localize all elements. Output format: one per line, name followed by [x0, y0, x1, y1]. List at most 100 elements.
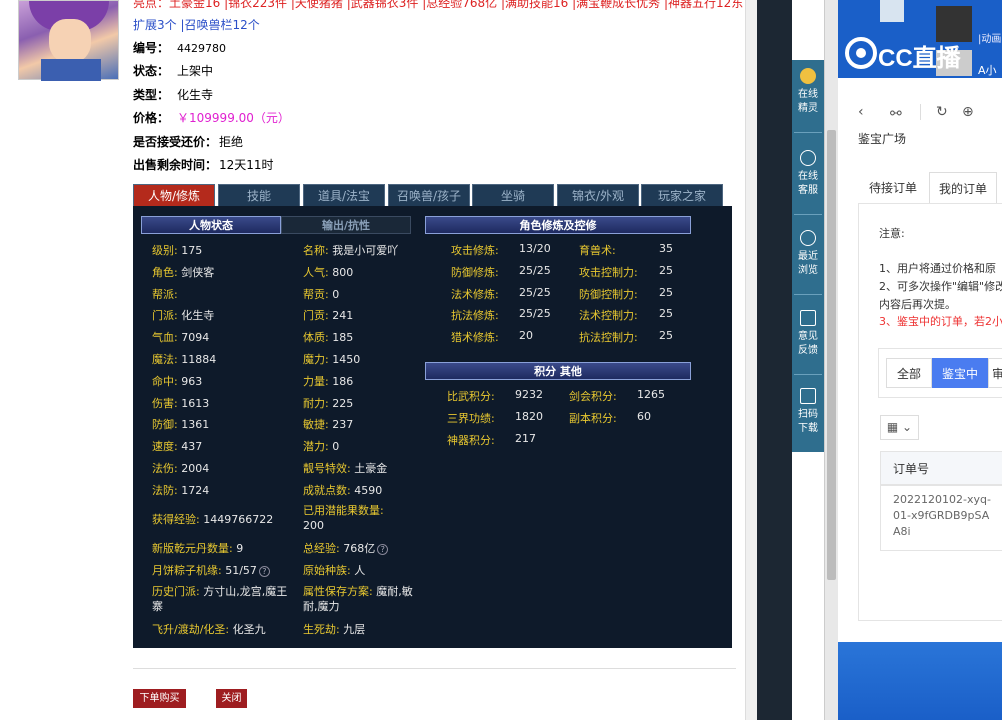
- stat-row: 力量: 186: [303, 374, 354, 388]
- status-row: 状态： 上架中: [133, 64, 214, 78]
- character-avatar: [18, 0, 119, 81]
- cultivation-row: 法术修炼: 25/25: [451, 285, 551, 301]
- price-row: 价格： ￥109999.00（元）: [133, 111, 290, 125]
- fly-row: 飞升/渡劫/化圣: 化圣九: [152, 623, 266, 636]
- listing-panel: 亮点：土豪金16 |锦衣223件 |天使猪猪 |武器锦衣3件 |总经验768亿 …: [0, 0, 745, 720]
- cultivation-row: 防御修炼: 25/25: [451, 263, 551, 279]
- tab-mounts[interactable]: 坐骑: [472, 184, 554, 206]
- tab-pets[interactable]: 召唤兽/孩子: [388, 184, 470, 206]
- stat-row: 耐力: 225: [303, 396, 354, 410]
- page-scrollbar[interactable]: [745, 0, 757, 720]
- points-row: 三界功绩: 1820: [447, 409, 543, 425]
- stat-row: 法防: 1724: [152, 483, 210, 497]
- clock-icon: [800, 230, 816, 246]
- bargain-row: 是否接受还价： 拒绝: [133, 135, 244, 149]
- tab-skills[interactable]: 技能: [218, 184, 300, 206]
- remaining-time-row: 出售剩余时间： 12天11时: [133, 158, 274, 172]
- tab-items[interactable]: 道具/法宝: [303, 184, 385, 206]
- highlights-line-2: 扩展3个 |召唤兽栏12个: [133, 18, 260, 32]
- sidebar-item-recent[interactable]: 最近浏览: [792, 230, 824, 278]
- notice-line-3: 内容后再次提。: [879, 298, 956, 311]
- stat-row: 敏捷: 237: [303, 418, 354, 432]
- desktop-background: [838, 642, 1002, 720]
- cultivation-row: 猎术修炼: 20: [451, 329, 533, 345]
- buy-button[interactable]: 下单购买: [133, 689, 186, 708]
- scan-icon: [800, 388, 816, 404]
- floating-sidebar: 在线精灵 在线客服 最近浏览 意见反馈 扫码下载: [792, 60, 824, 452]
- price-value: ￥109999.00（元）: [177, 111, 290, 125]
- tab-pending-orders[interactable]: 待接订单: [869, 172, 917, 204]
- top-right-text: |动画: [978, 34, 1002, 45]
- stat-row: 人气: 800: [303, 265, 354, 279]
- cultivation-row: 攻击修炼: 13/20: [451, 242, 551, 257]
- filter-appraising[interactable]: 鉴宝中: [932, 358, 988, 388]
- sidebar-item-feedback[interactable]: 意见反馈: [792, 310, 824, 358]
- output-header[interactable]: 输出/抗性: [281, 216, 411, 234]
- notice-line-4: 3、鉴宝中的订单，若2小: [879, 315, 1002, 328]
- total-exp-row: 总经验: 768亿?: [303, 540, 389, 556]
- stream-thumbnail[interactable]: [936, 6, 972, 42]
- moon-row: 月饼粽子机缘: 51/57?: [152, 562, 270, 578]
- stat-row: 靓号特效: 土豪金: [303, 462, 388, 475]
- tab-my-orders[interactable]: 我的订单: [929, 172, 997, 204]
- column-toggle-button[interactable]: ▦ ⌄: [880, 415, 919, 440]
- stat-row: 法伤: 2004: [152, 462, 210, 475]
- cultivation-row-2: 攻击控制力: 25: [579, 263, 673, 279]
- id-row: 编号： 4429780: [133, 41, 227, 55]
- tab-outfits[interactable]: 锦衣/外观: [557, 184, 639, 206]
- stat-row: 伤害: 1613: [152, 396, 210, 410]
- link-icon[interactable]: ⚯: [890, 106, 902, 122]
- sidebar-item-service[interactable]: 在线客服: [792, 150, 824, 198]
- sidebar-item-download[interactable]: 扫码下载: [792, 388, 824, 436]
- stat-row: 防御: 1361: [152, 418, 210, 432]
- browser-scrollbar[interactable]: [824, 0, 838, 720]
- edit-icon: [800, 310, 816, 326]
- stat-row: 速度: 437: [152, 440, 203, 454]
- stat-row: 命中: 963: [152, 374, 203, 388]
- points-header: 积分 其他: [425, 362, 691, 380]
- order-column-header: 订单号: [880, 451, 1002, 485]
- scroll-thumb[interactable]: [827, 130, 836, 580]
- divider: [133, 668, 736, 669]
- sidebar-item-sprite[interactable]: 在线精灵: [792, 68, 824, 116]
- globe-icon[interactable]: ⊕: [962, 104, 974, 120]
- stat-row: 魔力: 1450: [303, 353, 361, 366]
- cc-brand: CC直播: [878, 45, 961, 72]
- stat-row: 门贡: 241: [303, 309, 354, 323]
- notice-line-1: 1、用户将通过价格和原: [879, 262, 996, 275]
- points-row-2: 副本积分: 60: [569, 409, 651, 425]
- sprite-icon: [800, 68, 816, 84]
- tab-home[interactable]: 玩家之家: [641, 184, 723, 206]
- window-gap: [757, 0, 792, 720]
- help-icon[interactable]: ?: [377, 544, 389, 555]
- tab-character[interactable]: 人物/修炼: [133, 184, 215, 206]
- stat-row: 魔法: 11884: [152, 353, 217, 366]
- stat-row: 名称: 我是小可爱吖: [303, 244, 399, 257]
- attr-row: 属性保存方案: 魔耐,敏耐,魔力: [303, 585, 413, 613]
- qianyuan-row: 新版乾元丹数量: 9: [152, 542, 244, 555]
- filter-review[interactable]: 审: [988, 358, 1002, 388]
- stat-row: 成就点数: 4590: [303, 483, 383, 497]
- history-row: 历史门派: 方寸山,龙宫,魔王寨: [152, 585, 288, 613]
- back-icon[interactable]: ‹: [858, 104, 864, 120]
- notice-line-2: 2、可多次操作"编辑"修改: [879, 280, 1002, 293]
- stat-row: 潜力: 0: [303, 440, 340, 454]
- close-button[interactable]: 关闭: [216, 689, 247, 708]
- notice-title: 注意:: [879, 227, 905, 240]
- race-row: 原始种族: 人: [303, 564, 366, 577]
- cultivation-row-2: 抗法控制力: 25: [579, 329, 673, 345]
- cultivation-row-2: 防御控制力: 25: [579, 285, 673, 301]
- help-icon[interactable]: ?: [258, 566, 270, 577]
- filter-all[interactable]: 全部: [886, 358, 932, 388]
- death-row: 生死劫: 九层: [303, 623, 366, 636]
- cultivation-header: 角色修炼及控修: [425, 216, 691, 234]
- user-icon: [880, 0, 904, 22]
- points-row-2: 剑会积分: 1265: [569, 388, 665, 403]
- stat-row: 门派: 化生寺: [152, 309, 215, 323]
- top-right-text-2: A小: [978, 64, 997, 77]
- stat-row: 角色: 剑侠客: [152, 265, 215, 279]
- stat-row: 体质: 185: [303, 331, 354, 345]
- refresh-icon[interactable]: ↻: [936, 104, 948, 120]
- cultivation-row-2: 法术控制力: 25: [579, 307, 673, 323]
- points-row: 神器积分: 217: [447, 431, 536, 447]
